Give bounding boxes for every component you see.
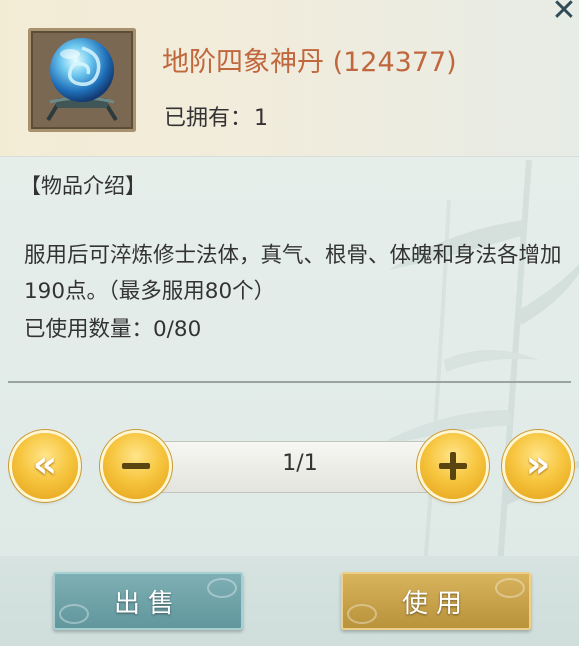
bamboo-decoration <box>369 160 579 580</box>
minus-icon <box>122 463 150 469</box>
increase-button[interactable] <box>420 433 486 499</box>
item-name: 地阶四象神丹 (124377) <box>162 47 457 78</box>
swirl-ornament <box>347 604 377 624</box>
double-chevron-left-icon: « <box>32 442 58 486</box>
last-button[interactable]: » <box>505 433 571 499</box>
owned-label-text: 已拥有： <box>164 106 253 131</box>
description-title: 【物品介绍】 <box>20 174 146 198</box>
item-icon-frame <box>28 28 136 132</box>
owned-count-value: 1 <box>254 106 269 131</box>
item-header: ✕ 地阶四象神丹 (124377) 已拥有：1 <box>0 0 579 157</box>
swirl-ornament <box>495 578 525 598</box>
description-text: 服用后可淬炼修士法体，真气、根骨、体魄和身法各增加190点。（最多服用80个） <box>24 243 562 304</box>
close-icon[interactable]: ✕ <box>549 0 579 28</box>
first-button[interactable]: « <box>12 433 78 499</box>
double-chevron-right-icon: » <box>525 442 551 486</box>
owned-count-label: 已拥有：1 <box>162 100 268 132</box>
sell-label: 出售 <box>113 588 182 619</box>
item-detail-panel: ✕ 地阶四象神丹 (124377) 已拥有：1 【物品介绍】 服用后可淬炼修士法… <box>0 0 579 646</box>
swirl-ornament <box>207 578 237 598</box>
use-label: 使用 <box>401 588 470 619</box>
sell-button[interactable]: 出售 <box>53 572 243 630</box>
use-button[interactable]: 使用 <box>341 572 531 630</box>
plus-icon <box>439 452 467 480</box>
used-count-label: 已使用数量：0/80 <box>24 317 202 342</box>
quantity-value: 1/1 <box>282 451 318 476</box>
swirl-ornament <box>59 604 89 624</box>
decrease-button[interactable] <box>103 433 169 499</box>
crystal-orb-icon <box>46 38 118 122</box>
divider <box>8 381 571 383</box>
